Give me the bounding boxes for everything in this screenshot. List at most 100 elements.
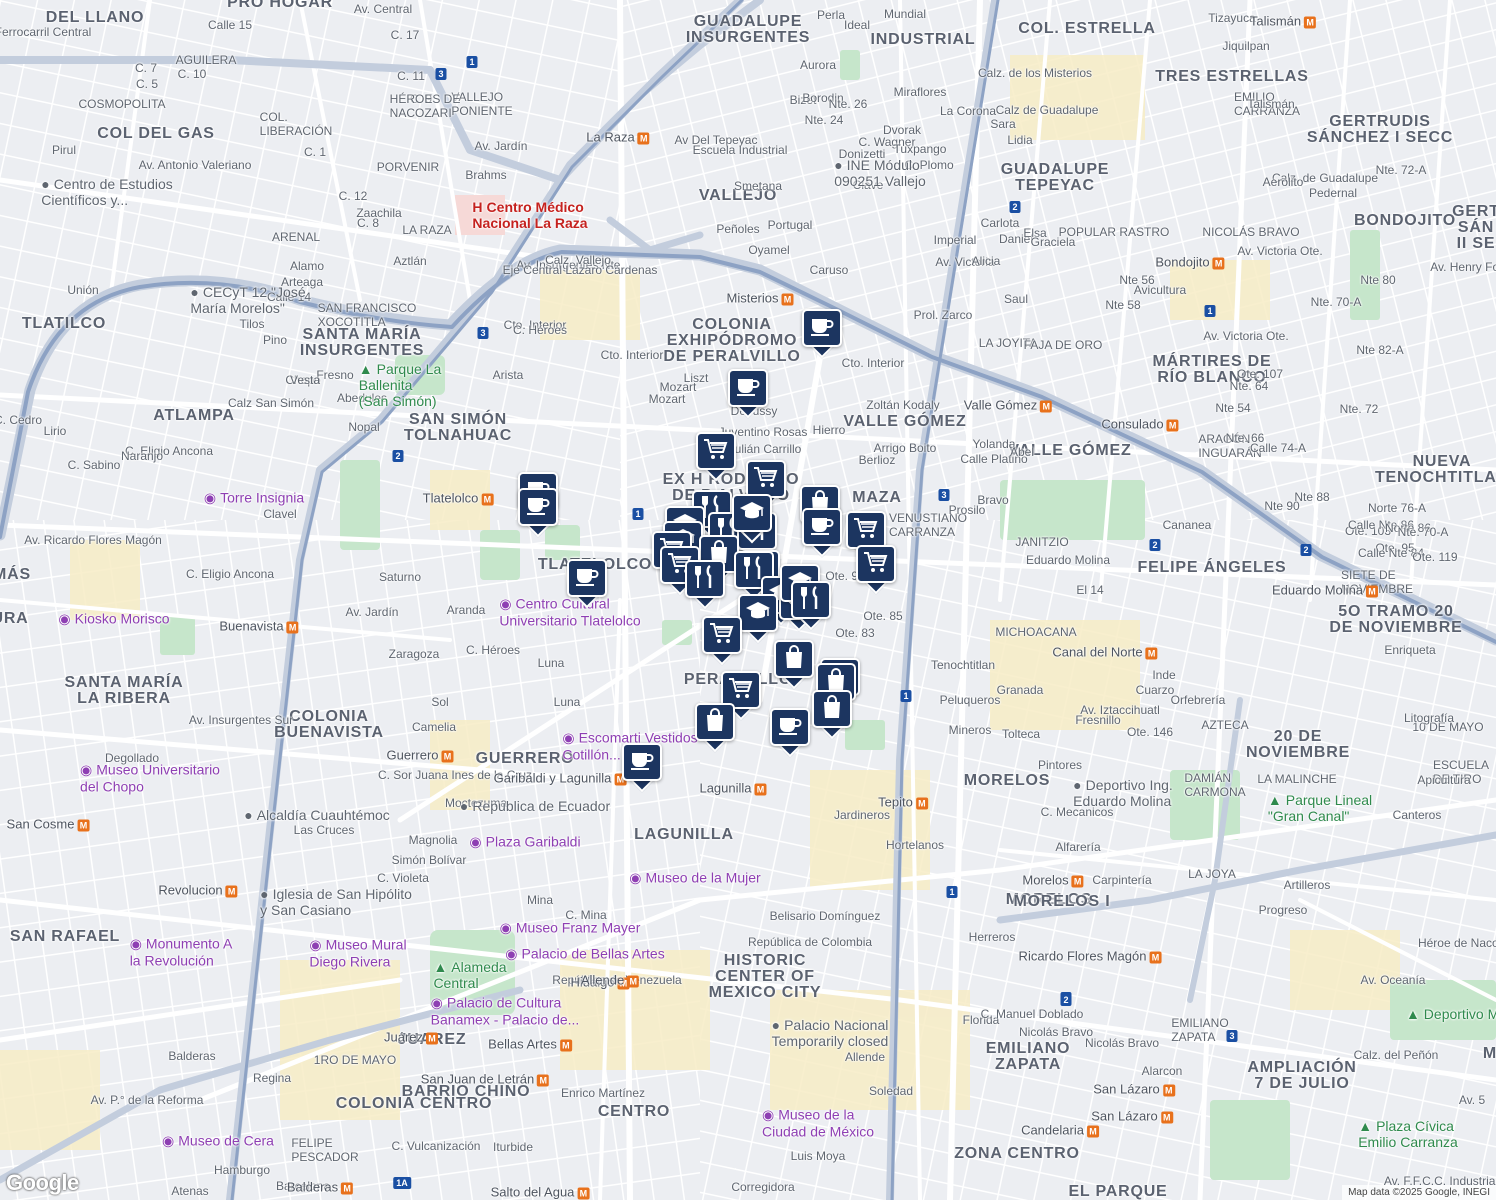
hat-icon [738,500,766,527]
map-marker[interactable] [770,708,810,758]
hat-icon [744,600,772,627]
metro-icon: M [537,1074,550,1087]
metro-station-label[interactable]: Balderas M [286,1179,354,1195]
metro-icon: M [1162,1084,1175,1097]
metro-station-name: Canal del Norte [1052,644,1143,660]
metro-station-name: Revolucion [158,882,223,898]
metro-station-label[interactable]: Candelaria M [1021,1123,1099,1138]
metro-station-label[interactable]: Tlatelolco M [423,491,494,506]
metro-station-label[interactable]: San Cosme M [7,817,90,832]
metro-station-name: Salto del Agua [490,1184,575,1200]
metro-station-name: Buenavista [219,618,284,634]
google-logo: Google [6,1170,79,1195]
metro-station-label[interactable]: Canal del Norte M [1052,644,1158,660]
bag-icon [821,694,843,725]
metro-station-label[interactable]: Bondojito M [1155,254,1225,270]
route-shield: 2 [1009,201,1021,213]
route-shield: 3 [938,489,950,501]
map-marker[interactable] [567,559,607,609]
metro-icon: M [1071,875,1084,888]
restaurant-icon [799,585,823,616]
metro-icon: M [754,783,767,796]
metro-station-name: Guerrero [386,747,439,763]
metro-icon: M [1366,585,1379,598]
cafe-icon [809,315,835,342]
metro-station-name: Talismán [1249,13,1302,29]
metro-icon: M [77,819,90,832]
metro-icon: M [225,885,238,898]
metro-station-name: San Juan de Letrán [420,1071,535,1087]
metro-station-label[interactable]: Juárez M [384,1030,439,1045]
map-marker[interactable] [812,690,852,740]
metro-station-name: San Lázaro [1093,1081,1160,1097]
map-marker[interactable] [791,581,831,631]
map-marker[interactable] [696,432,736,482]
map-marker[interactable] [802,508,842,558]
metro-icon: M [637,132,650,145]
map-marker[interactable] [518,488,558,538]
metro-station-label[interactable]: Ricardo Flores Magón M [1019,949,1162,964]
route-shield: 2 [392,450,404,462]
metro-station-label[interactable]: San Lázaro M [1093,1082,1175,1097]
cafe-icon [574,565,600,592]
metro-station-label[interactable]: La Raza M [586,130,650,145]
map-canvas[interactable]: PRO HOGAR COL. ESTRELLA TRES ESTRELLAS COL … [0,0,1496,1200]
metro-station-name: Misterios [726,290,779,306]
metro-station-label[interactable]: Lagunilla M [699,781,767,796]
metro-station-name: Eduardo Molina [1271,582,1364,598]
map-marker[interactable] [856,545,896,595]
metro-station-name: Tlatelolco [422,490,479,506]
map-marker[interactable] [695,703,735,753]
metro-station-label[interactable]: Buenavista M [219,618,299,634]
map-attribution[interactable]: Map data ©2025 Google, INEGI [1342,1185,1496,1200]
map-marker[interactable] [622,743,662,793]
metro-icon: M [781,293,794,306]
cart-icon [753,465,779,494]
metro-station-label[interactable]: Salto del Agua M [491,1185,590,1200]
metro-station-label[interactable]: Valle Gómez M [963,397,1053,413]
metro-station-label[interactable]: Bellas Artes M [488,1037,572,1052]
map-marker[interactable] [702,616,742,666]
metro-icon: M [426,1032,439,1045]
metro-station-label[interactable]: San Lázaro M [1091,1109,1173,1124]
metro-station-label[interactable]: Eduardo Molina M [1271,582,1379,598]
map-marker[interactable] [728,369,768,419]
metro-icon: M [627,975,640,988]
metro-icon: M [1086,1125,1099,1138]
route-shield: 2 [1300,544,1312,556]
map-marker[interactable] [685,560,725,610]
metro-station-label[interactable]: Consulado M [1101,417,1179,432]
cafe-icon [525,494,551,521]
metro-station-label[interactable]: San Juan de Letrán M [420,1071,550,1087]
metro-station-label[interactable]: Misterios M [726,290,794,306]
metro-station-name: Tepito [878,794,913,810]
bag-icon [704,707,726,738]
cafe-icon [809,514,835,541]
metro-station-label[interactable]: Morelos M [1022,873,1084,888]
route-shield: 2 [1060,994,1072,1006]
metro-icon: M [577,1187,590,1200]
metro-station-label[interactable]: Allende M [581,973,640,988]
metro-station-name: Candelaria [1021,1122,1084,1138]
metro-icon: M [441,750,454,763]
metro-station-name: Bondojito [1155,254,1210,270]
metro-station-name: Valle Gómez [963,397,1038,413]
metro-station-label[interactable]: Tepito M [878,795,928,810]
route-shield: 1 [466,56,478,68]
map-marker[interactable] [802,309,842,359]
metro-icon: M [915,797,928,810]
metro-station-label[interactable]: Garibaldi y Lagunilla M [494,771,627,786]
cafe-icon [735,375,761,402]
cafe-icon [777,714,803,741]
metro-icon: M [559,1039,572,1052]
metro-icon: M [1304,16,1317,29]
cart-icon [709,621,735,650]
metro-icon: M [1145,647,1158,660]
map-marker[interactable] [738,594,778,644]
metro-station-label[interactable]: Talismán M [1249,13,1317,29]
metro-station-label[interactable]: Guerrero M [386,747,454,763]
metro-station-name: Garibaldi y Lagunilla [493,770,612,786]
metro-station-label[interactable]: Revolucion M [158,882,238,898]
metro-station-name: Balderas [286,1179,339,1195]
map-marker[interactable] [774,640,814,690]
